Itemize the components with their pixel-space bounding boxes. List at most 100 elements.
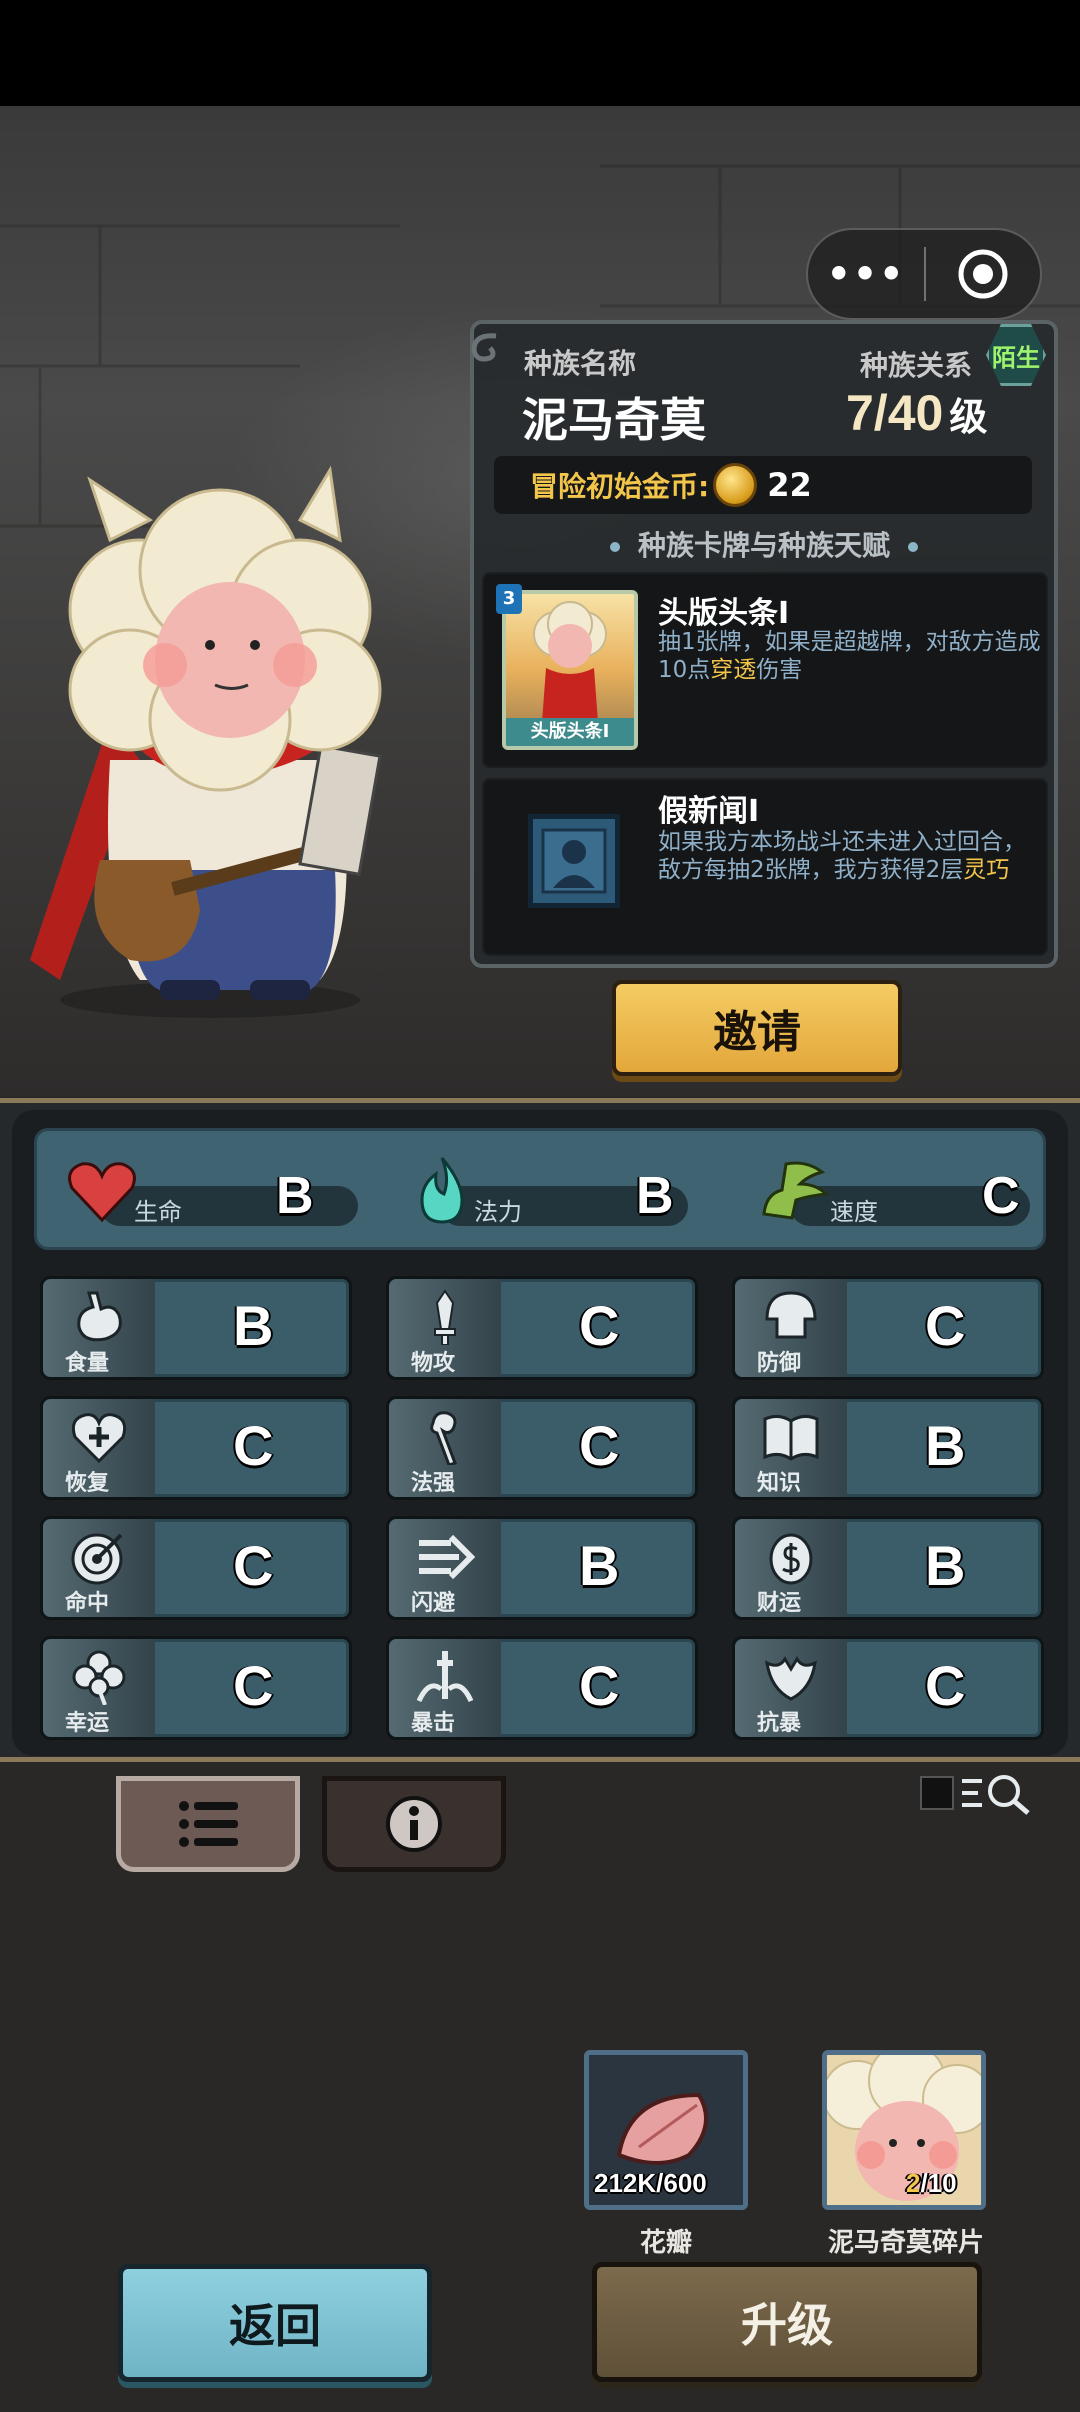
back-button[interactable]: 返回	[118, 2264, 432, 2382]
list-search-icon[interactable]	[960, 1771, 1036, 1815]
stat-cell-magic-power[interactable]: 法强 C	[386, 1396, 698, 1500]
info-icon	[386, 1796, 442, 1852]
dot-icon	[908, 542, 918, 552]
starting-coins-row: 冒险初始金币: 22	[494, 456, 1032, 514]
mana-grade: B	[636, 1167, 674, 1225]
stat-cell-recovery[interactable]: 恢复 C	[40, 1396, 352, 1500]
race-relation-label: 种族关系	[860, 349, 973, 382]
stat-label: 命中	[65, 1591, 110, 1616]
character-illustration	[30, 465, 382, 1018]
heart-plus-icon	[71, 1413, 127, 1464]
wing-boot-icon	[762, 1161, 830, 1220]
more-dots-icon[interactable]: •••	[808, 228, 924, 320]
stat-cell-appetite[interactable]: 食量 B	[40, 1276, 352, 1380]
card-desc-keyword: 穿透	[710, 657, 757, 683]
upgrade-button[interactable]: 升级	[592, 2262, 982, 2382]
stat-grade: B	[925, 1534, 966, 1597]
stat-label: 物攻	[411, 1351, 456, 1376]
clover-icon	[72, 1650, 126, 1705]
crit-sword-icon	[416, 1651, 474, 1703]
stat-cell-accuracy[interactable]: 命中 C	[40, 1516, 352, 1620]
item-count: 2/10	[906, 2168, 957, 2199]
race-name-label: 种族名称	[524, 347, 637, 380]
item-count: 212K/600	[594, 2168, 707, 2198]
item-name: 泥马奇莫碎片	[827, 2228, 984, 2258]
shard-need: /10	[920, 2168, 957, 2198]
life-label: 生命	[134, 1198, 182, 1226]
stat-grade: B	[579, 1534, 620, 1597]
speed-grade: C	[982, 1167, 1020, 1225]
stat-cell-fortune[interactable]: 财运 B	[732, 1516, 1044, 1620]
race-name: 泥马奇莫	[522, 394, 706, 446]
stat-label: 恢复	[65, 1471, 110, 1496]
speed-label: 速度	[830, 1198, 878, 1226]
stat-grade: C	[579, 1414, 620, 1477]
mini-program-capsule: •••	[806, 228, 1042, 320]
section-title-text: 种族卡牌与种族天赋	[637, 529, 890, 562]
race-level: 7/40 级	[846, 384, 987, 442]
target-icon	[71, 1533, 123, 1585]
list-icon	[179, 1801, 238, 1847]
card-title: 头版头条I	[658, 596, 790, 631]
tab-list[interactable]	[116, 1776, 300, 1872]
stat-label: 暴击	[411, 1711, 456, 1736]
stat-cell-luck[interactable]: 幸运 C	[40, 1636, 352, 1740]
coin-icon	[769, 1533, 813, 1585]
sword-icon	[434, 1289, 456, 1345]
stat-label: 闪避	[411, 1591, 456, 1616]
card-desc-text: 伤害	[756, 657, 803, 683]
panel-swirl-icon	[471, 333, 497, 362]
stat-grade: B	[925, 1414, 966, 1477]
talent-desc-keyword: 灵巧	[963, 857, 1010, 883]
stat-cell-knowledge[interactable]: 知识 B	[732, 1396, 1044, 1500]
life-grade: B	[276, 1167, 314, 1225]
starting-coins-value: 22	[767, 466, 812, 504]
helmet-icon	[765, 1291, 817, 1339]
stat-cell-physical-attack[interactable]: 物攻 C	[386, 1276, 698, 1380]
stat-label: 抗暴	[757, 1711, 802, 1736]
checkbox-square-icon[interactable]	[920, 1776, 954, 1810]
card-level-badge: 3	[496, 584, 522, 614]
fake-news-icon[interactable]	[528, 814, 620, 908]
tab-info[interactable]	[322, 1776, 506, 1872]
stat-grade: C	[925, 1654, 966, 1717]
stat-grade: C	[233, 1414, 274, 1477]
stat-label: 幸运	[65, 1711, 110, 1736]
card-caption: 头版头条I	[506, 718, 634, 746]
mana-flame-icon	[420, 1157, 464, 1224]
stat-label: 防御	[757, 1351, 802, 1376]
status-bar	[0, 0, 1080, 106]
stat-label: 食量	[65, 1351, 110, 1376]
race-level-value: 7/40	[846, 385, 944, 441]
heart-icon	[68, 1162, 136, 1223]
stat-grade: C	[925, 1294, 966, 1357]
character-portrait	[827, 2055, 981, 2205]
book-icon	[763, 1414, 819, 1461]
card-art-icon	[533, 601, 607, 722]
mana-label: 法力	[474, 1198, 522, 1226]
stat-grade: C	[233, 1534, 274, 1597]
talent-title: 假新闻I	[658, 794, 760, 829]
card-thumbnail[interactable]: 头版头条I	[502, 590, 638, 750]
stat-label: 法强	[411, 1471, 456, 1496]
stat-cell-dodge[interactable]: 闪避 B	[386, 1516, 698, 1620]
starting-coins-label: 冒险初始金币:	[530, 470, 710, 503]
card-description: 抽1张牌，如果是超越牌，对敌方造成10点穿透伤害	[658, 628, 1058, 684]
stomach-icon	[77, 1291, 122, 1342]
stat-cell-defense[interactable]: 防御 C	[732, 1276, 1044, 1380]
stat-grade: C	[579, 1294, 620, 1357]
filter-toggle[interactable]	[920, 1768, 1044, 1818]
target-circle-icon[interactable]	[926, 248, 1040, 300]
staff-icon	[430, 1411, 457, 1465]
item-name: 花瓣	[639, 2228, 692, 2258]
shard-have: 2	[906, 2168, 921, 2198]
race-level-unit: 级	[949, 397, 988, 439]
talent-description: 如果我方本场战斗还未进入过回合，敌方每抽2张牌，我方获得2层灵巧	[658, 828, 1028, 884]
invite-button[interactable]: 邀请	[612, 980, 902, 1076]
stat-grade: B	[233, 1294, 274, 1357]
stat-cell-critical[interactable]: 暴击 C	[386, 1636, 698, 1740]
stat-cell-crit-resist[interactable]: 抗暴 C	[732, 1636, 1044, 1740]
section-title: 种族卡牌与种族天赋	[470, 524, 1058, 564]
gold-coin-icon	[713, 463, 758, 507]
item-character-shard[interactable]	[822, 2050, 986, 2210]
